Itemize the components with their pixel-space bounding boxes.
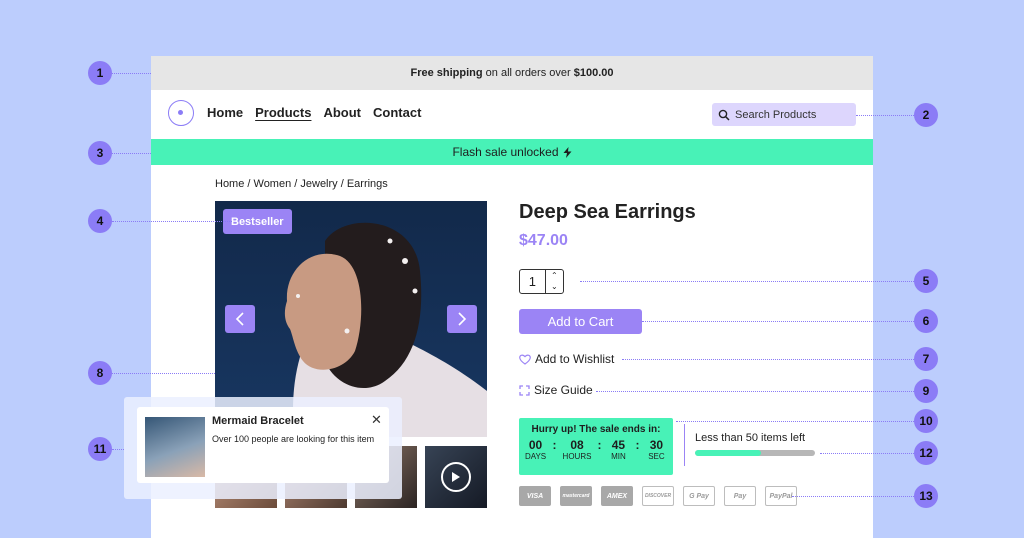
search-box[interactable] — [712, 103, 856, 126]
callout-8: 8 — [88, 361, 112, 385]
minutes-label: MIN — [611, 452, 626, 461]
days-label: DAYS — [524, 452, 547, 461]
chevron-right-icon — [458, 312, 467, 326]
quantity-arrows: ⌃ ⌄ — [544, 270, 563, 294]
timer-separator: : — [552, 438, 557, 452]
nav-products[interactable]: Products — [255, 105, 311, 120]
callout-line — [792, 496, 914, 497]
callout-line — [596, 391, 914, 392]
video-thumbnail[interactable] — [425, 446, 487, 508]
chevron-left-icon — [235, 312, 244, 326]
minutes-value: 45 — [611, 438, 626, 452]
popup-product-image — [145, 417, 205, 477]
visa-icon: VISA — [519, 486, 551, 506]
callout-3: 3 — [88, 141, 112, 165]
logo-icon[interactable] — [168, 100, 194, 126]
bolt-icon — [563, 146, 572, 158]
sale-heading: Hurry up! The sale ends in: — [531, 424, 661, 435]
callout-1: 1 — [88, 61, 112, 85]
callout-line — [112, 373, 215, 374]
free-shipping-text: Free shipping — [410, 67, 483, 79]
seconds-value: 30 — [649, 438, 664, 452]
shipping-condition-text: on all orders over — [482, 67, 574, 79]
quantity-value[interactable]: 1 — [520, 270, 545, 293]
next-image-button[interactable] — [447, 305, 477, 333]
product-price: $47.00 — [519, 232, 568, 249]
timer-separator: : — [597, 438, 602, 452]
popup-card[interactable]: Mermaid Bracelet Over 100 people are loo… — [137, 407, 389, 483]
days-value: 00 — [528, 438, 543, 452]
callout-line — [112, 449, 124, 450]
social-proof-popup: Mermaid Bracelet Over 100 people are loo… — [124, 397, 402, 499]
sale-countdown: Hurry up! The sale ends in: 00 DAYS : 08 H… — [519, 418, 673, 475]
stock-divider — [684, 424, 685, 466]
callout-line — [112, 221, 232, 222]
decrease-quantity-button[interactable]: ⌄ — [546, 282, 563, 294]
google-pay-icon: G Pay — [683, 486, 715, 506]
wishlist-label: Add to Wishlist — [535, 352, 615, 366]
add-to-cart-button[interactable]: Add to Cart — [519, 309, 642, 334]
increase-quantity-button[interactable]: ⌃ — [546, 270, 563, 282]
callout-10: 10 — [914, 409, 938, 433]
callout-line — [112, 73, 151, 74]
heart-icon — [519, 354, 531, 365]
callout-6: 6 — [914, 309, 938, 333]
main-nav: Home Products About Contact — [151, 90, 873, 138]
nav-about[interactable]: About — [323, 105, 361, 120]
callout-5: 5 — [914, 269, 938, 293]
size-guide-icon — [519, 384, 530, 396]
close-icon[interactable]: ✕ — [371, 413, 382, 426]
callout-line — [676, 421, 914, 422]
callout-line — [622, 359, 914, 360]
announcement-bar: Free shipping on all orders over $100.00 — [151, 56, 873, 90]
callout-4: 4 — [88, 209, 112, 233]
breadcrumb[interactable]: Home / Women / Jewelry / Earrings — [215, 178, 388, 190]
product-title: Deep Sea Earrings — [519, 201, 696, 223]
callout-11: 11 — [88, 437, 112, 461]
size-guide-link[interactable]: Size Guide — [519, 383, 593, 397]
nav-home[interactable]: Home — [207, 105, 243, 120]
flash-sale-text: Flash sale unlocked — [452, 145, 559, 159]
callout-2: 2 — [914, 103, 938, 127]
callout-line — [580, 281, 914, 282]
add-to-wishlist-link[interactable]: Add to Wishlist — [519, 352, 614, 366]
mastercard-icon: mastercard — [560, 486, 592, 506]
callout-line — [112, 153, 151, 154]
apple-pay-icon: Pay — [724, 486, 756, 506]
hours-value: 08 — [570, 438, 584, 452]
callout-line — [820, 453, 914, 454]
countdown-timer: 00 DAYS : 08 HOURS : 45 MIN : 30 SEC — [519, 439, 673, 462]
previous-image-button[interactable] — [225, 305, 255, 333]
callout-7: 7 — [914, 347, 938, 371]
callout-13: 13 — [914, 484, 938, 508]
stock-progress-bar — [695, 450, 815, 456]
callout-12: 12 — [914, 441, 938, 465]
stock-text: Less than 50 items left — [695, 432, 806, 444]
play-icon[interactable] — [441, 462, 471, 492]
callout-line — [856, 115, 914, 116]
popup-subtitle: Over 100 people are looking for this ite… — [212, 434, 375, 444]
nav-contact[interactable]: Contact — [373, 105, 421, 120]
shipping-amount: $100.00 — [573, 67, 614, 79]
flash-sale-banner: Flash sale unlocked — [151, 139, 873, 165]
payment-methods: VISA mastercard AMEX DISCOVER G Pay Pay … — [519, 486, 797, 506]
bestseller-badge: Bestseller — [223, 209, 292, 234]
popup-title: Mermaid Bracelet — [212, 415, 304, 427]
quantity-stepper[interactable]: 1 ⌃ ⌄ — [519, 269, 564, 294]
callout-line — [642, 321, 914, 322]
hours-label: HOURS — [562, 452, 592, 461]
callout-9: 9 — [914, 379, 938, 403]
timer-separator: : — [635, 438, 640, 452]
nav-menu: Home Products About Contact — [207, 105, 421, 120]
size-guide-label: Size Guide — [534, 383, 593, 397]
search-input[interactable] — [735, 108, 845, 121]
amex-icon: AMEX — [601, 486, 633, 506]
seconds-label: SEC — [648, 452, 665, 461]
discover-icon: DISCOVER — [642, 486, 674, 506]
search-icon — [718, 109, 730, 121]
stock-progress-fill — [695, 450, 761, 456]
